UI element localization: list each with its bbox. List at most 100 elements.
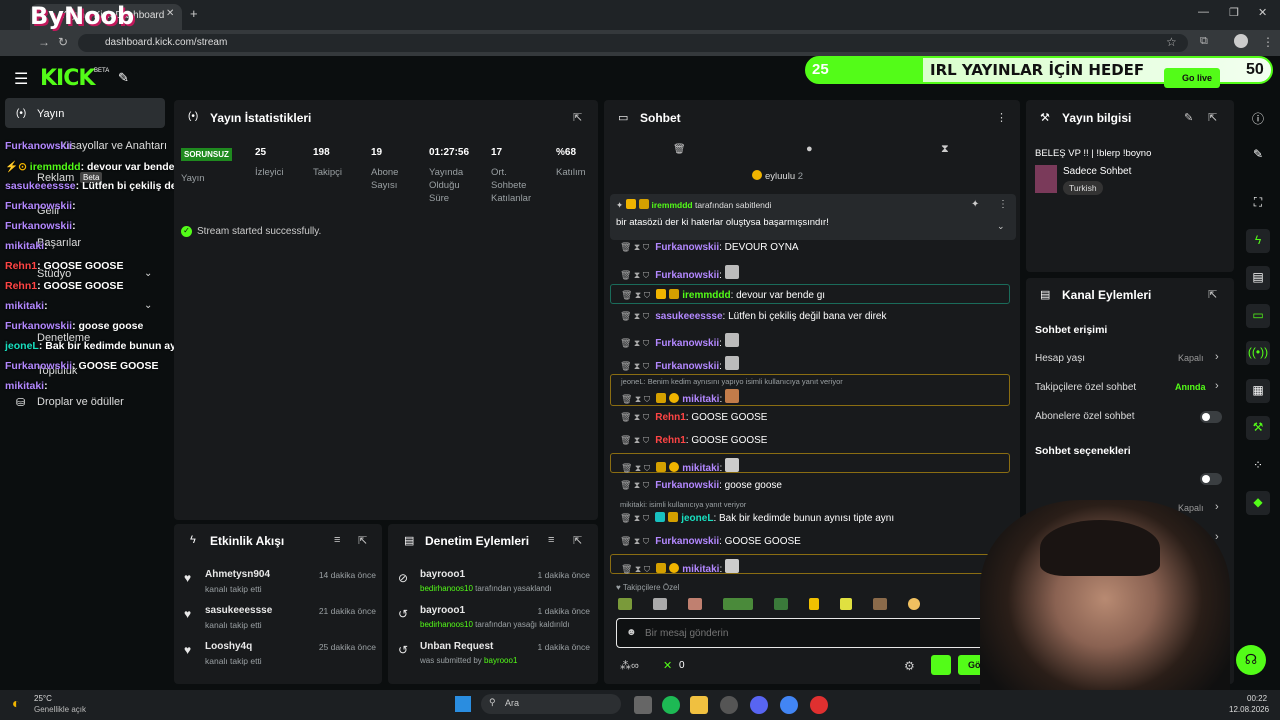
- go-live-button[interactable]: Go live: [1164, 68, 1220, 88]
- chat-settings-icon[interactable]: ⚙: [904, 659, 915, 673]
- emote[interactable]: [688, 598, 702, 610]
- extensions-icon[interactable]: ⧉: [1200, 35, 1208, 48]
- chat-message[interactable]: 🗑 ⧗ ⛉ Furkanowskii: GOOSE GOOSE: [610, 532, 1010, 552]
- pinned-menu-icon[interactable]: ⋮: [998, 199, 1008, 210]
- setting-value[interactable]: Anında: [1175, 382, 1206, 392]
- chevron-down-icon[interactable]: ⌄: [144, 300, 152, 311]
- chat-message[interactable]: 🗑 ⧗ ⛉ Rehn1: GOOSE GOOSE: [610, 431, 1010, 451]
- emote[interactable]: [774, 598, 788, 610]
- chat-message[interactable]: 🗑 ⧗ ⛉ sasukeeessse: Lütfen bi çekiliş değ…: [610, 307, 1010, 327]
- pin-icon[interactable]: ✦: [971, 199, 979, 210]
- edit-icon[interactable]: ✎: [1184, 111, 1193, 124]
- chevron-right-icon[interactable]: ›: [1215, 531, 1219, 543]
- spotify-icon[interactable]: [662, 696, 680, 714]
- bookmark-star-icon[interactable]: ☆: [1166, 35, 1177, 49]
- emote[interactable]: [840, 598, 852, 610]
- wrench-icon[interactable]: ⚒: [1246, 416, 1270, 440]
- forward-icon[interactable]: →: [38, 35, 50, 49]
- file-explorer-icon[interactable]: [690, 696, 708, 714]
- broadcast-icon[interactable]: ((•)): [1246, 341, 1270, 365]
- minimize-icon[interactable]: —: [1198, 6, 1209, 18]
- slow-chat-toggle[interactable]: [1200, 473, 1222, 485]
- sidebar-item-yayin[interactable]: [5, 98, 165, 128]
- category-name[interactable]: Sadece Sohbet: [1063, 166, 1131, 177]
- subscriber-chat-toggle[interactable]: [1200, 411, 1222, 423]
- filter-icon[interactable]: ≡: [548, 534, 554, 546]
- chat-message-input[interactable]: [645, 625, 975, 641]
- obs-icon[interactable]: [810, 696, 828, 714]
- chat-icon[interactable]: ●: [806, 143, 813, 155]
- kick-logo[interactable]: KICK: [40, 66, 95, 91]
- hamburger-menu-icon[interactable]: ☰: [14, 69, 28, 89]
- emote[interactable]: [908, 598, 920, 610]
- category-thumbnail[interactable]: [1035, 165, 1057, 193]
- document-icon: ▤: [404, 535, 415, 547]
- chat-message[interactable]: 🗑 ⧗ ⛉ Furkanowskii:: [610, 261, 1010, 281]
- emote[interactable]: [873, 598, 887, 610]
- popout-icon[interactable]: ⇱: [573, 534, 582, 547]
- lightning-icon[interactable]: ϟ: [1246, 229, 1270, 253]
- chat-message[interactable]: 🗑 ⧗ ⛉ Furkanowskii: DEVOUR OYNA: [610, 238, 1010, 258]
- chat-message[interactable]: 🗑 ⧗ ⛉ Furkanowskii:: [610, 329, 1010, 349]
- reload-icon[interactable]: ↻: [58, 35, 68, 49]
- quick-emote-icon[interactable]: ⁂∞: [620, 659, 639, 672]
- chevron-right-icon[interactable]: ›: [1215, 351, 1219, 363]
- new-tab-icon[interactable]: +: [190, 6, 198, 21]
- chat-icon[interactable]: ▭: [1246, 304, 1270, 328]
- sidebar-item-droplar[interactable]: Droplar ve ödüller: [37, 396, 124, 408]
- window-close-icon[interactable]: ✕: [1258, 6, 1267, 19]
- chevron-down-icon[interactable]: ⌄: [144, 268, 152, 279]
- chat-message[interactable]: 🗑 ⧗ ⛉ Furkanowskii: goose goose: [610, 476, 1010, 496]
- chrome-icon[interactable]: [780, 696, 798, 714]
- emote[interactable]: [618, 598, 632, 610]
- trash-icon[interactable]: 🗑: [673, 144, 686, 155]
- maximize-icon[interactable]: ❐: [1229, 6, 1239, 19]
- close-tab-icon[interactable]: ✕: [166, 8, 174, 19]
- setting-value[interactable]: Kapalı: [1178, 353, 1204, 363]
- chevron-right-icon[interactable]: ›: [1215, 501, 1219, 513]
- emoji-icon[interactable]: ☻: [626, 627, 637, 638]
- chevron-right-icon[interactable]: ›: [1215, 380, 1219, 392]
- chat-message[interactable]: mikitaki: isimli kullanıcıya yanıt veriy…: [610, 498, 1010, 530]
- pencil-icon[interactable]: ✎: [1246, 143, 1270, 167]
- diamond-icon[interactable]: ◆: [1246, 491, 1270, 515]
- chevron-down-icon[interactable]: ⌄: [997, 221, 1005, 232]
- chat-message[interactable]: 🗑 ⧗ ⛉ Furkanowskii:: [610, 352, 1010, 372]
- hourglass-icon[interactable]: ⧗: [941, 143, 949, 156]
- scan-icon[interactable]: ⛶: [1246, 191, 1270, 215]
- setting-value[interactable]: Kapalı: [1178, 503, 1204, 513]
- chat-message[interactable]: 🗑 ⧗ ⛉ mikitaki:: [610, 453, 1010, 474]
- dots-icon[interactable]: ⁘: [1246, 454, 1270, 478]
- kick-bot-icon[interactable]: [931, 655, 951, 675]
- info-icon[interactable]: ⓘ: [1246, 106, 1270, 130]
- language-tag: Turkish: [1063, 181, 1103, 195]
- support-icon[interactable]: ☊: [1236, 645, 1266, 675]
- emote[interactable]: [723, 598, 753, 610]
- taskbar-search[interactable]: ⚲ Ara: [481, 694, 621, 714]
- moderation-item: ↺ bayrooo1 bedirhanoos10 tarafından yasağı…: [398, 605, 590, 629]
- layout-icon[interactable]: ▦: [1246, 379, 1270, 403]
- filter-icon[interactable]: ≡: [334, 534, 340, 546]
- popout-icon[interactable]: ⇱: [1208, 288, 1217, 301]
- chat-message[interactable]: 🗑 ⧗ ⛉ mikitaki:: [610, 554, 1010, 575]
- discord-icon[interactable]: [750, 696, 768, 714]
- address-bar[interactable]: dashboard.kick.com/stream: [78, 34, 1188, 52]
- weather-icon[interactable]: ◐: [12, 695, 20, 711]
- task-view-icon[interactable]: [634, 696, 652, 714]
- chat-menu-icon[interactable]: ⋮: [996, 111, 1007, 124]
- profile-avatar[interactable]: [1234, 34, 1248, 48]
- popout-icon[interactable]: ⇱: [358, 534, 367, 547]
- sidebar-item-kisayollar[interactable]: Kısayollar ve Anahtarı: [60, 140, 167, 152]
- emote[interactable]: [809, 598, 819, 610]
- document-icon[interactable]: ▤: [1246, 266, 1270, 290]
- chat-message[interactable]: jeoneL: Benim kedim aynısını yapıyo isim…: [610, 374, 1010, 406]
- browser-menu-icon[interactable]: ⋮: [1262, 35, 1274, 49]
- emote[interactable]: [653, 598, 667, 610]
- pin-tool-icon[interactable]: ✎: [118, 70, 129, 86]
- popout-icon[interactable]: ⇱: [573, 111, 582, 124]
- steam-icon[interactable]: [720, 696, 738, 714]
- chat-message[interactable]: 🗑 ⧗ ⛉ Rehn1: GOOSE GOOSE: [610, 408, 1010, 428]
- windows-start-icon[interactable]: [455, 696, 471, 712]
- popout-icon[interactable]: ⇱: [1208, 111, 1217, 124]
- chat-message[interactable]: 🗑 ⧗ ⛉ iremmddd: devour var bende gı: [610, 284, 1010, 304]
